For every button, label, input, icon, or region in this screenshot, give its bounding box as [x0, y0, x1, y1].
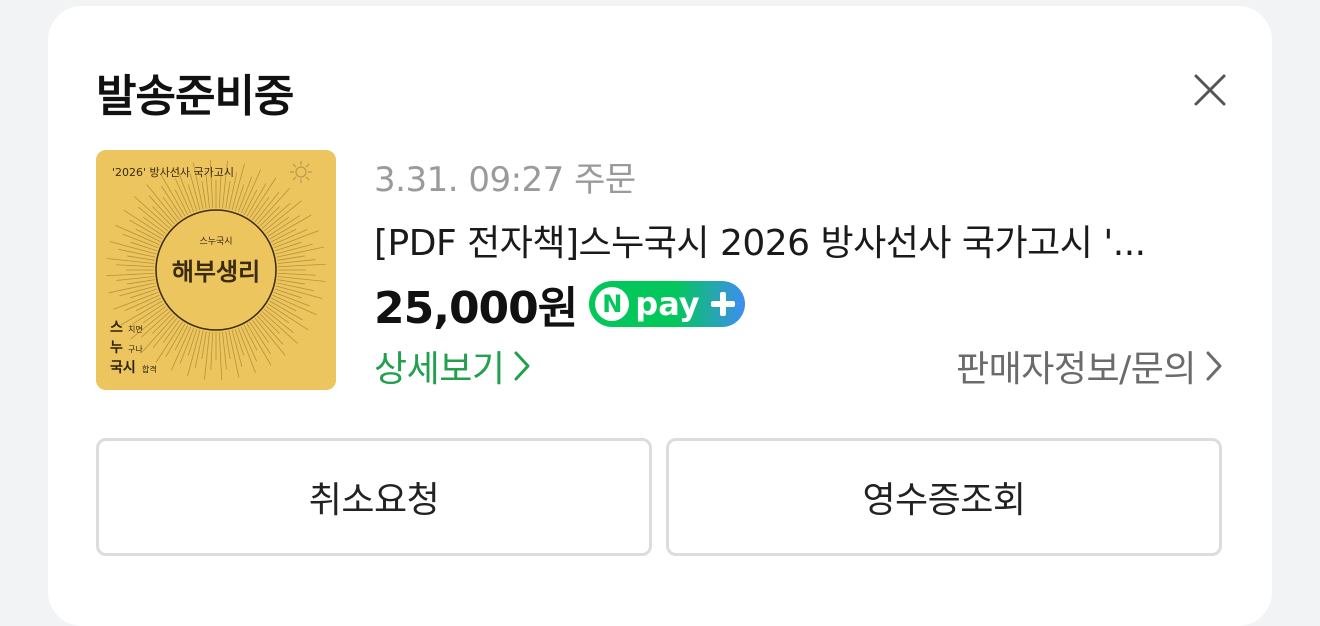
thumb-sun-ray: [127, 279, 155, 285]
thumb-sun-ray: [152, 206, 173, 227]
thumb-sun-ray: [240, 169, 262, 214]
thumb-sun-ray: [127, 255, 155, 261]
seller-info-link[interactable]: 판매자정보/문의: [956, 340, 1224, 392]
thumb-sun-ray: [130, 288, 158, 299]
chevron-right-icon: [1206, 351, 1222, 381]
thumb-sun-ray: [106, 272, 155, 277]
thumb-sun-ray: [277, 279, 305, 285]
thumb-top-text: '2026' 방사선사 국가고시: [112, 166, 234, 179]
thumb-sun-ray: [187, 184, 198, 212]
detail-link[interactable]: 상세보기: [374, 340, 532, 392]
thumb-main-title: 해부생리: [172, 258, 260, 286]
thumb-sun-ray: [194, 330, 204, 368]
receipt-lookup-button[interactable]: 영수증조회: [666, 438, 1222, 556]
detail-link-label: 상세보기: [374, 349, 505, 390]
thumb-side-big-2: 누: [110, 340, 123, 356]
product-name[interactable]: [PDF 전자책]스누국시 2026 방사선사 국가고시 '...: [374, 214, 1214, 266]
thumb-sun-ray: [116, 264, 155, 268]
thumb-sun-ray: [201, 331, 207, 359]
thumb-sun-ray: [222, 331, 227, 370]
thumb-side-small-1: 치면: [128, 324, 143, 334]
seller-info-label: 판매자정보/문의: [956, 349, 1196, 390]
thumb-sun-ray: [234, 184, 245, 212]
cancel-request-button[interactable]: 취소요청: [96, 438, 652, 556]
thumb-sun-ray: [277, 259, 316, 264]
thumb-sun-ray: [170, 326, 192, 371]
thumb-sun-ray: [274, 288, 302, 299]
thumb-sun-ray: [276, 282, 314, 292]
thumb-sun-ray: [259, 206, 280, 227]
thumb-sun-ray: [259, 313, 280, 334]
npay-label: pay: [635, 285, 700, 323]
thumb-side-small-2: 구나: [128, 345, 143, 354]
npay-plus-icon: [711, 292, 736, 316]
thumb-side-big-3: 국시: [110, 360, 136, 376]
thumb-side-small-3: 합격: [142, 364, 157, 374]
npay-plus-badge: N pay: [589, 281, 746, 327]
thumb-sun-ray: [274, 241, 302, 252]
thumb-sun-ray: [152, 313, 173, 334]
thumb-sun-ray: [201, 181, 207, 209]
chevron-right-icon: [514, 351, 530, 381]
thumb-sun-ray: [277, 263, 326, 268]
thumb-sun-ray: [130, 241, 158, 252]
thumb-sun-ray: [277, 255, 305, 261]
npay-n-logo: N: [595, 287, 630, 321]
thumb-sun-ray: [115, 224, 160, 246]
order-status-title: 발송준비중: [96, 71, 294, 122]
thumb-sun-ray: [187, 328, 198, 356]
order-date: 3.31. 09:27 주문: [374, 160, 636, 200]
product-thumbnail[interactable]: '2026' 방사선사 국가고시 스누국시 해부생리 스 치면 누 구나 국시 …: [96, 150, 336, 390]
thumb-sun-ray: [225, 181, 231, 209]
thumb-side-big-1: 스: [110, 320, 123, 336]
close-icon[interactable]: [1192, 72, 1228, 108]
thumb-sun-ray: [225, 331, 231, 359]
thumb-sun-ray: [118, 248, 156, 258]
thumb-sun-ray: [116, 276, 155, 281]
thumb-sun-ray: [277, 272, 316, 276]
price: 25,000원: [374, 283, 578, 334]
thumb-sun-ray: [210, 331, 214, 370]
thumb-sun-ray: [234, 328, 245, 356]
thumb-sun-ray: [272, 294, 317, 316]
price-row: 25,000원 N pay: [374, 272, 746, 336]
thumb-sun-ray: [218, 331, 223, 380]
thumb-brand-small: 스누국시: [199, 236, 232, 247]
thumb-sun-icon: [290, 161, 312, 183]
order-card: 발송준비중 '2026' 방사선사 국가고시 스누국시 해부생리 스 치면 누 …: [48, 6, 1272, 626]
